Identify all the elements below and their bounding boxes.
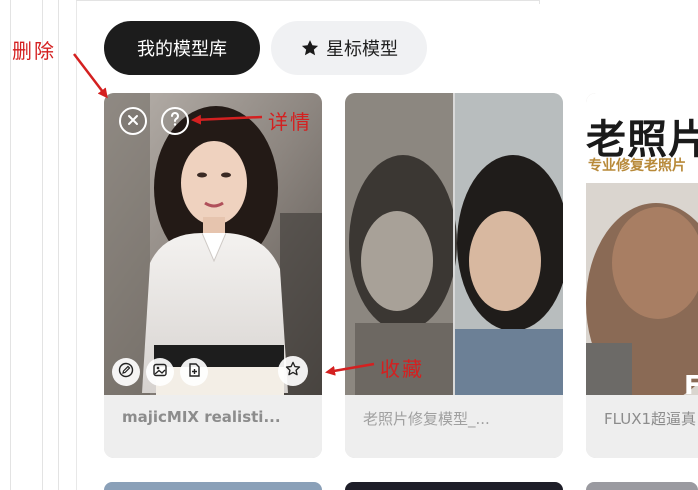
favorite-button[interactable] xyxy=(278,356,308,386)
tab-my-models-label: 我的模型库 xyxy=(137,39,227,60)
details-button[interactable] xyxy=(161,107,189,135)
file-add-icon xyxy=(186,362,202,382)
top-divider-end xyxy=(539,0,540,4)
model-card[interactable]: 老照片修复模型_... xyxy=(345,93,563,458)
edit-button[interactable] xyxy=(112,358,140,386)
tab-my-models[interactable]: 我的模型库 xyxy=(104,21,260,75)
model-name: 老照片修复模型_... xyxy=(363,410,490,428)
model-name: FLUX1超逼真 xyxy=(604,410,697,428)
model-card-peek xyxy=(586,482,698,490)
add-to-project-button[interactable] xyxy=(180,358,208,386)
card-footer: majicMIX realisti... xyxy=(104,395,322,458)
left-guide-line xyxy=(42,0,43,490)
card-footer: 老照片修复模型_... xyxy=(345,395,563,458)
generate-image-button[interactable] xyxy=(146,358,174,386)
model-card-peek xyxy=(104,482,322,490)
cover-subtitle: 专业修复老照片 xyxy=(588,158,686,174)
edit-icon xyxy=(118,362,134,382)
tab-starred-models-label: 星标模型 xyxy=(326,39,398,60)
help-icon xyxy=(168,111,182,131)
left-guide-line xyxy=(58,0,59,490)
annotation-delete: 删除 xyxy=(12,39,56,63)
close-icon xyxy=(126,112,140,131)
top-divider xyxy=(76,0,540,1)
model-card[interactable]: majicMIX realisti... xyxy=(104,93,322,458)
delete-button[interactable] xyxy=(119,107,147,135)
annotation-details: 详情 xyxy=(268,110,312,134)
card-footer: FLUX1超逼真 xyxy=(586,395,698,458)
model-cover-image xyxy=(345,93,563,395)
star-icon xyxy=(300,38,320,58)
image-icon xyxy=(152,362,168,382)
model-name: majicMIX realisti... xyxy=(122,408,281,426)
screen: 我的模型库 星标模型 majicMIX realisti... 老照片修复模型_… xyxy=(0,0,698,490)
left-guide-line xyxy=(10,0,11,490)
model-card-peek xyxy=(345,482,563,490)
model-cover-illustration xyxy=(104,93,322,395)
model-cover-image xyxy=(104,93,322,395)
model-card[interactable]: 老照片 专业修复老照片 F 极 FLUX1超逼真 xyxy=(586,93,698,458)
tab-starred-models[interactable]: 星标模型 xyxy=(271,21,427,75)
model-cover-illustration xyxy=(345,93,563,395)
annotation-favorite: 收藏 xyxy=(380,357,424,381)
star-outline-icon xyxy=(284,360,302,382)
